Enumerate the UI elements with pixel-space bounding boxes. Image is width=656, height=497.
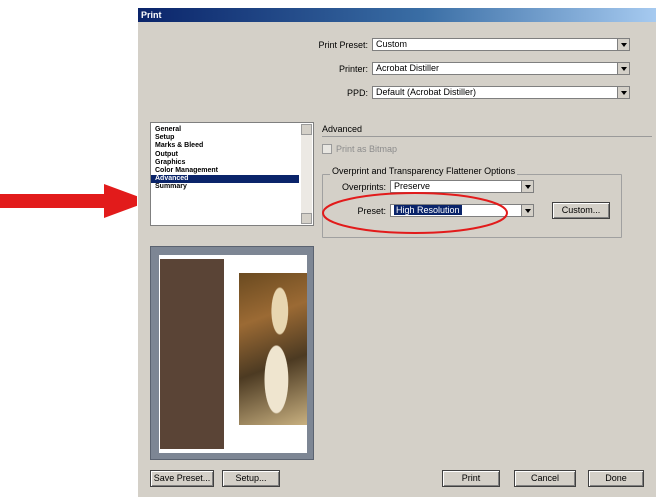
- chevron-down-icon[interactable]: [521, 181, 533, 192]
- custom-button[interactable]: Custom...: [552, 202, 610, 219]
- scroll-down-icon[interactable]: [301, 213, 312, 224]
- print-as-bitmap-row: Print as Bitmap: [322, 144, 397, 154]
- list-item[interactable]: Color Management: [151, 167, 313, 175]
- ppd-label: PPD:: [346, 87, 368, 98]
- printer-label: Printer:: [338, 63, 368, 74]
- save-preset-button[interactable]: Save Preset...: [150, 470, 214, 487]
- ppd-select[interactable]: Default (Acrobat Distiller): [372, 86, 630, 99]
- print-dialog: Print Print Preset: Custom Printer: Acro…: [137, 8, 656, 497]
- list-item[interactable]: Output: [151, 151, 313, 159]
- printer-value: Acrobat Distiller: [376, 63, 440, 73]
- print-preset-value: Custom: [376, 39, 408, 49]
- chevron-down-icon[interactable]: [617, 63, 629, 74]
- cancel-button[interactable]: Cancel: [514, 470, 576, 487]
- list-item-advanced[interactable]: Advanced: [151, 175, 299, 184]
- preview-page: [159, 255, 307, 453]
- category-list[interactable]: General Setup Marks & Bleed Output Graph…: [150, 122, 314, 226]
- chevron-down-icon[interactable]: [617, 87, 629, 98]
- printer-select[interactable]: Acrobat Distiller: [372, 62, 630, 75]
- section-title: Advanced: [322, 124, 363, 134]
- red-arrow-annotation: [0, 184, 150, 218]
- printer-row: Printer: Acrobat Distiller: [268, 62, 630, 75]
- done-button[interactable]: Done: [588, 470, 644, 487]
- scroll-up-icon[interactable]: [301, 124, 312, 135]
- print-preset-label: Print Preset:: [318, 39, 368, 50]
- list-item[interactable]: Summary: [151, 183, 313, 191]
- print-preview: [150, 246, 314, 460]
- preview-brown-panel: [160, 259, 224, 449]
- red-ellipse-annotation: [322, 192, 508, 234]
- dialog-title: Print: [138, 8, 656, 22]
- chevron-down-icon[interactable]: [521, 205, 533, 216]
- chevron-down-icon[interactable]: [617, 39, 629, 50]
- list-item[interactable]: General: [151, 126, 313, 134]
- print-button[interactable]: Print: [442, 470, 500, 487]
- list-item[interactable]: Graphics: [151, 159, 313, 167]
- print-as-bitmap-label: Print as Bitmap: [336, 144, 398, 154]
- print-preset-row: Print Preset: Custom: [268, 38, 630, 51]
- section-divider: [322, 136, 652, 137]
- preview-photo: [239, 273, 307, 425]
- print-preset-select[interactable]: Custom: [372, 38, 630, 51]
- setup-button[interactable]: Setup...: [222, 470, 280, 487]
- list-item[interactable]: Setup: [151, 134, 313, 142]
- print-as-bitmap-checkbox[interactable]: [322, 144, 332, 154]
- ppd-row: PPD: Default (Acrobat Distiller): [268, 86, 630, 99]
- list-scrollbar[interactable]: [301, 124, 312, 224]
- ppd-value: Default (Acrobat Distiller): [376, 87, 477, 97]
- list-item[interactable]: Marks & Bleed: [151, 142, 313, 150]
- group-title: Overprint and Transparency Flattener Opt…: [330, 166, 518, 176]
